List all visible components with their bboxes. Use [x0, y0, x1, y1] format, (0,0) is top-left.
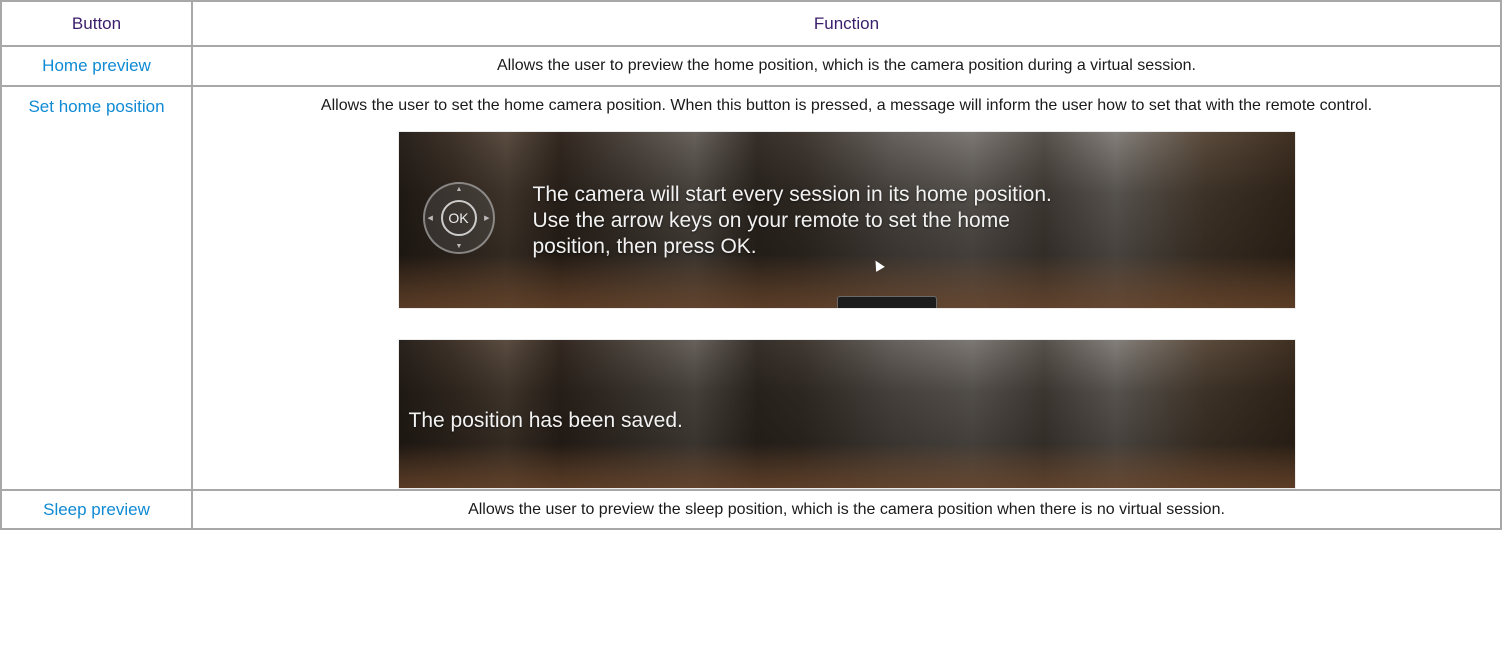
function-description: Allows the user to preview the home posi…	[496, 57, 1196, 74]
remote-dpad-icon: ▲ ▼ ◀ ▶ OK	[422, 182, 495, 254]
button-cell: Home preview	[1, 46, 193, 87]
table-header-row: Button Function	[1, 1, 1501, 47]
header-button: Button	[1, 1, 193, 47]
function-cell: Allows the user to preview the sleep pos…	[192, 490, 1501, 530]
button-function-table: Button Function Home preview Allows the …	[0, 0, 1502, 530]
function-description: Allows the user to preview the sleep pos…	[468, 500, 1225, 518]
remote-ok-button-label: OK	[440, 200, 477, 236]
function-cell: Allows the user to set the home camera p…	[192, 86, 1501, 491]
screenshot-home-position-prompt: ▲ ▼ ◀ ▶ OK The camera will start every s…	[397, 131, 1296, 309]
function-cell: Allows the user to preview the home posi…	[192, 46, 1501, 87]
button-cell: Set home position	[1, 86, 193, 491]
button-name-home-preview: Home preview	[42, 56, 151, 75]
screenshot-message: The camera will start every session in i…	[532, 183, 1052, 258]
table-row: Sleep preview Allows the user to preview…	[1, 490, 1501, 530]
button-name-set-home-position: Set home position	[28, 97, 165, 116]
button-cell: Sleep preview	[1, 490, 193, 530]
screenshot-position-saved: The position has been saved.	[397, 339, 1296, 489]
header-function: Function	[192, 1, 1501, 47]
onscreen-button-chip	[836, 296, 937, 308]
table-row: Set home position Allows the user to set…	[1, 86, 1501, 491]
button-name-sleep-preview: Sleep preview	[43, 499, 150, 519]
screenshot-message: The position has been saved.	[408, 409, 683, 432]
function-description: Allows the user to set the home camera p…	[320, 97, 1373, 114]
table-row: Home preview Allows the user to preview …	[1, 46, 1501, 87]
